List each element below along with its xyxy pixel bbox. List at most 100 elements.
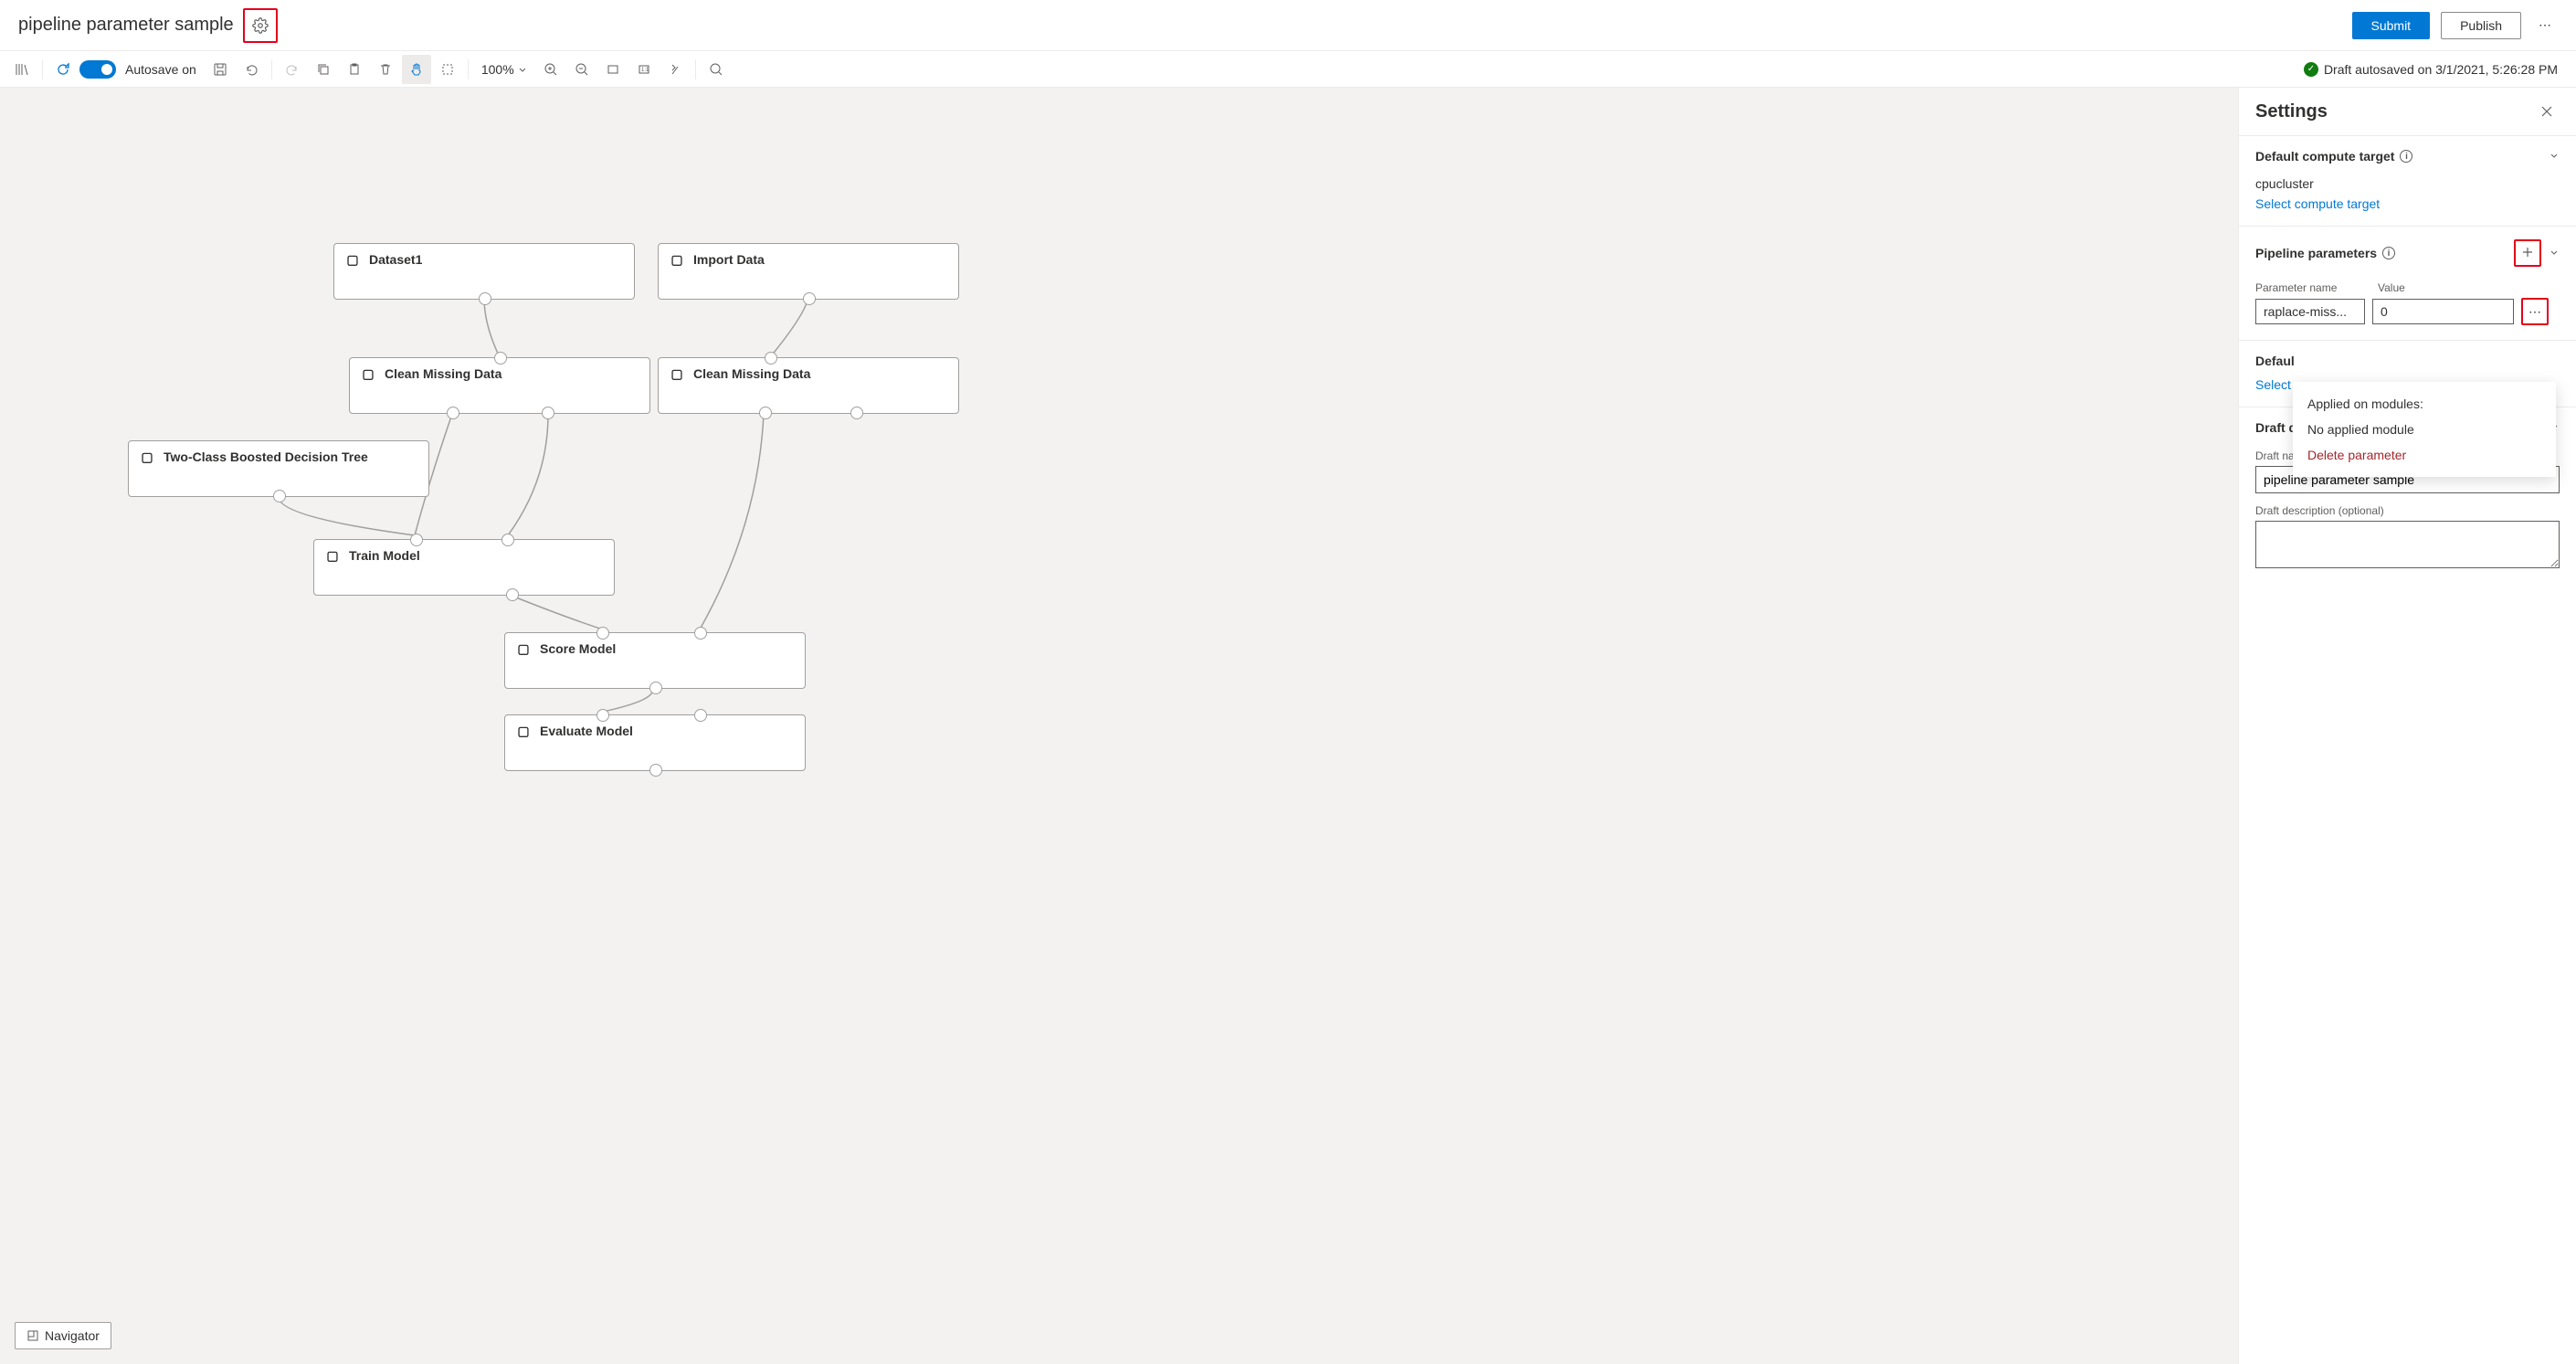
- panel-title: Settings: [2255, 101, 2328, 122]
- select-datastore-link[interactable]: Select: [2255, 377, 2291, 392]
- more-icon[interactable]: ⋯: [2532, 13, 2558, 38]
- info-icon[interactable]: i: [2382, 247, 2395, 259]
- search-icon[interactable]: [702, 55, 731, 84]
- node-twoclass[interactable]: ▢Two-Class Boosted Decision Tree: [128, 440, 429, 497]
- undo-icon[interactable]: [237, 55, 266, 84]
- param-row: raplace-miss... 0 ⋯: [2255, 298, 2560, 325]
- autosave-toggle[interactable]: [79, 60, 116, 79]
- canvas[interactable]: ▢Dataset1 ▢Import Data ▢ Clean Missing Da…: [0, 88, 2576, 1364]
- node-evaluate[interactable]: ▢Evaluate Model: [504, 714, 806, 771]
- panel-header: Settings: [2239, 88, 2576, 135]
- clean-icon: ▢: [361, 366, 375, 381]
- input-port[interactable]: [765, 352, 777, 365]
- auto-layout-icon[interactable]: [660, 55, 690, 84]
- select-icon[interactable]: [433, 55, 462, 84]
- output-port[interactable]: [447, 407, 459, 419]
- compute-value: cpucluster: [2255, 176, 2560, 191]
- delete-icon[interactable]: [371, 55, 400, 84]
- output-port[interactable]: [649, 682, 662, 694]
- node-label: Two-Class Boosted Decision Tree: [164, 449, 368, 464]
- param-dropdown: Applied on modules: No applied module De…: [2293, 382, 2556, 477]
- separator: [42, 59, 43, 79]
- evaluate-icon: ▢: [516, 724, 531, 738]
- database-icon: ▢: [345, 252, 360, 267]
- output-port[interactable]: [759, 407, 772, 419]
- close-icon[interactable]: [2534, 99, 2560, 124]
- output-port[interactable]: [850, 407, 863, 419]
- node-train[interactable]: ▢Train Model: [313, 539, 615, 596]
- input-port[interactable]: [694, 627, 707, 640]
- pipeline-title: pipeline parameter sample: [18, 15, 234, 36]
- node-label: Clean Missing Data: [693, 366, 810, 381]
- canvas-wrap: ▢Dataset1 ▢Import Data ▢ Clean Missing Da…: [0, 88, 2576, 1364]
- output-port[interactable]: [649, 764, 662, 777]
- add-parameter-highlight: [2514, 239, 2541, 267]
- output-port[interactable]: [803, 292, 816, 305]
- redo-icon[interactable]: [278, 55, 307, 84]
- submit-button[interactable]: Submit: [2352, 12, 2431, 39]
- datastore-title: Defaul: [2255, 354, 2295, 368]
- output-port[interactable]: [542, 407, 554, 419]
- autosave-label: Autosave on: [125, 62, 196, 77]
- param-value-input[interactable]: 0: [2372, 299, 2514, 324]
- info-icon[interactable]: i: [2400, 150, 2412, 163]
- plus-icon[interactable]: [2521, 246, 2534, 261]
- library-icon[interactable]: [7, 55, 37, 84]
- separator: [271, 59, 272, 79]
- chevron-down-icon[interactable]: [2549, 246, 2560, 260]
- param-value-label: Value: [2378, 281, 2405, 294]
- publish-button[interactable]: Publish: [2441, 12, 2521, 39]
- header-left: pipeline parameter sample: [18, 8, 278, 43]
- refresh-icon[interactable]: [48, 55, 78, 84]
- separator: [695, 59, 696, 79]
- params-title: Pipeline parametersi: [2255, 246, 2395, 260]
- save-icon[interactable]: [206, 55, 235, 84]
- more-icon[interactable]: ⋯: [2528, 304, 2541, 320]
- pan-icon[interactable]: [402, 55, 431, 84]
- check-icon: ✓: [2304, 62, 2318, 77]
- node-clean1[interactable]: ▢ Clean Missing Data: [349, 357, 650, 414]
- import-icon: ▢: [670, 252, 684, 267]
- zoom-in-icon[interactable]: [536, 55, 565, 84]
- status: ✓ Draft autosaved on 3/1/2021, 5:26:28 P…: [2304, 62, 2569, 77]
- navigator-label: Navigator: [45, 1328, 100, 1343]
- input-port[interactable]: [410, 534, 423, 546]
- applied-none: No applied module: [2307, 417, 2541, 442]
- clean-icon: ▢: [670, 366, 684, 381]
- node-score[interactable]: ▢Score Model: [504, 632, 806, 689]
- output-port[interactable]: [479, 292, 491, 305]
- draft-desc-input[interactable]: [2255, 521, 2560, 568]
- chevron-down-icon[interactable]: [2549, 149, 2560, 164]
- node-dataset1[interactable]: ▢Dataset1: [333, 243, 635, 300]
- paste-icon[interactable]: [340, 55, 369, 84]
- separator: [468, 59, 469, 79]
- input-port[interactable]: [694, 709, 707, 722]
- delete-parameter[interactable]: Delete parameter: [2307, 442, 2541, 468]
- node-clean2[interactable]: ▢ Clean Missing Data: [658, 357, 959, 414]
- select-compute-link[interactable]: Select compute target: [2255, 196, 2380, 211]
- fit-icon[interactable]: [598, 55, 628, 84]
- output-port[interactable]: [506, 588, 519, 601]
- input-port[interactable]: [596, 627, 609, 640]
- param-name-input[interactable]: raplace-miss...: [2255, 299, 2365, 324]
- draft-desc-label: Draft description (optional): [2255, 504, 2560, 517]
- zoom-out-icon[interactable]: [567, 55, 596, 84]
- node-label: Score Model: [540, 641, 616, 656]
- settings-highlight: [243, 8, 278, 43]
- output-port[interactable]: [273, 490, 286, 502]
- copy-icon[interactable]: [309, 55, 338, 84]
- node-import-data[interactable]: ▢Import Data: [658, 243, 959, 300]
- navigator-button[interactable]: Navigator: [15, 1322, 111, 1349]
- node-label: Train Model: [349, 548, 420, 563]
- gear-icon[interactable]: [248, 13, 273, 38]
- applied-title: Applied on modules:: [2307, 391, 2541, 417]
- input-port[interactable]: [501, 534, 514, 546]
- svg-text:1:1: 1:1: [641, 68, 649, 73]
- node-label: Clean Missing Data: [385, 366, 501, 381]
- actual-size-icon[interactable]: 1:1: [629, 55, 659, 84]
- param-labels: Parameter name Value: [2255, 281, 2560, 294]
- input-port[interactable]: [596, 709, 609, 722]
- param-more-highlight: ⋯: [2521, 298, 2549, 325]
- zoom-level[interactable]: 100%: [474, 62, 534, 77]
- input-port[interactable]: [494, 352, 507, 365]
